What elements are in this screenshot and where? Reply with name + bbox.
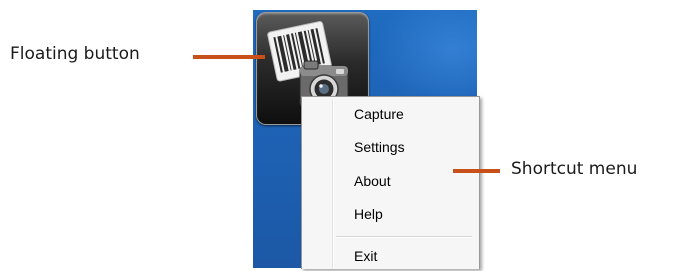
menu-item-help[interactable]: Help [304,201,475,229]
menu-item-label: Settings [354,139,405,155]
menu-item-exit[interactable]: Exit [304,243,475,271]
menu-item-about[interactable]: About [304,168,475,196]
menu-item-label: Exit [354,248,378,264]
menu-item-label: Capture [354,106,404,122]
floating-button-callout-line [193,55,265,59]
floating-button-callout-label: Floating button [10,44,140,64]
menu-item-label: About [354,173,391,189]
menu-item-capture[interactable]: Capture [304,101,475,129]
shortcut-menu: Capture Settings About Help Exit [301,96,480,269]
shortcut-menu-callout-label: Shortcut menu [511,159,638,179]
menu-separator [336,236,472,238]
shortcut-menu-callout-line [453,169,500,173]
menu-item-settings[interactable]: Settings [304,134,475,162]
menu-item-label: Help [354,206,383,222]
desktop-glow [373,10,477,110]
